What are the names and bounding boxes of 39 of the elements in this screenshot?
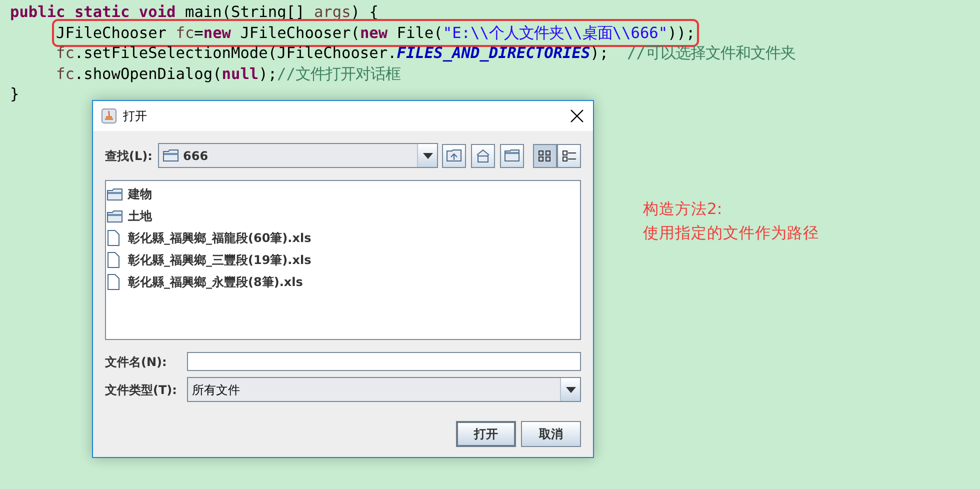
look-in-dropdown[interactable]: 666 (158, 143, 438, 168)
close-button[interactable] (569, 108, 585, 124)
folder-icon (107, 210, 124, 222)
folder-button[interactable] (500, 144, 524, 168)
dropdown-arrow-button[interactable] (561, 378, 580, 401)
open-button[interactable]: 打开 (456, 421, 516, 447)
folder-icon (504, 148, 520, 164)
file-item[interactable]: 彰化縣_福興鄉_三豐段(19筆).xls (128, 251, 312, 269)
dropdown-arrow-button[interactable] (418, 144, 437, 167)
annotation-text: 构造方法2: (643, 199, 724, 220)
code-line: } (10, 84, 20, 104)
home-icon (475, 148, 491, 164)
file-list[interactable]: 建物 土地 彰化縣_福興鄉_福龍段(60筆).xls 彰化縣_福興鄉_三豐段(19筆).xls 彰化縣_福興鄉_永豐段(8筆).xls (105, 180, 581, 340)
file-type-dropdown[interactable]: 所有文件 (187, 377, 581, 402)
code-line: fc.showOpenDialog(null);//文件打开对话框 (55, 64, 400, 84)
caret-icon (566, 386, 576, 392)
code-line: fc.setFileSelectionMode(JFileChooser.FILES_AND_DIRECTORIES); //可以选择文件和文件夹 (55, 43, 796, 64)
file-item[interactable]: 彰化縣_福興鄉_永豐段(8筆).xls (128, 273, 303, 291)
details-view-button[interactable] (557, 144, 581, 168)
home-button[interactable] (471, 144, 495, 168)
caret-icon (422, 152, 432, 158)
file-name-label: 文件名(N): (105, 354, 168, 370)
look-in-label: 查找(L): (105, 148, 154, 164)
annotation-text: 使用指定的文件作为路径 (643, 223, 819, 244)
folder-icon (163, 149, 179, 162)
file-type-label: 文件类型(T): (105, 382, 178, 398)
list-view-icon (537, 148, 553, 164)
folder-icon (107, 188, 124, 200)
folder-item[interactable]: 土地 (128, 207, 152, 225)
window-title: 打开 (123, 108, 148, 125)
folder-item[interactable]: 建物 (128, 185, 152, 203)
up-folder-icon (446, 148, 462, 164)
up-folder-button[interactable] (442, 144, 466, 168)
list-view-button[interactable] (533, 144, 557, 168)
file-name-field[interactable] (187, 352, 581, 371)
file-item[interactable]: 彰化縣_福興鄉_福龍段(60筆).xls (128, 229, 312, 247)
app-icon (101, 108, 117, 124)
details-view-icon (561, 148, 577, 164)
cancel-button[interactable]: 取消 (521, 421, 581, 447)
